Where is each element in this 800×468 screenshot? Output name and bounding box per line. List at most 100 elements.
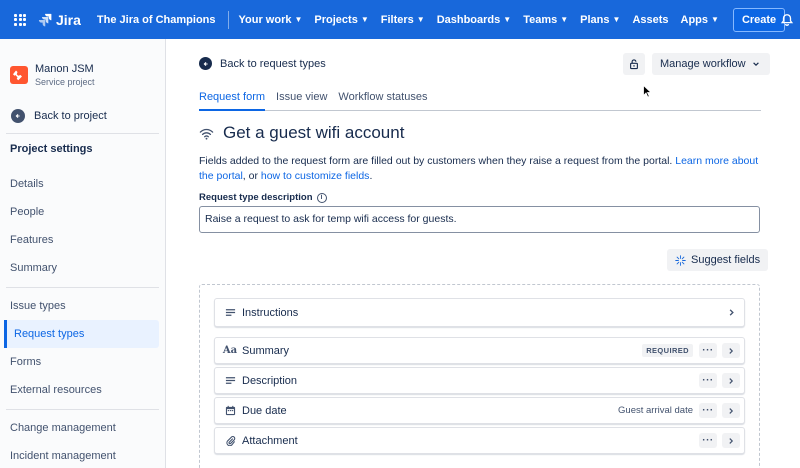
chevron-down-icon: ▼ xyxy=(360,15,369,24)
customize-fields-link[interactable]: how to customize fields xyxy=(261,170,370,182)
sidebar-item-forms[interactable]: Forms xyxy=(0,348,165,376)
jira-logo[interactable]: Jira xyxy=(38,12,81,28)
more-actions-icon[interactable]: ··· xyxy=(699,343,717,358)
nav-projects-label: Projects xyxy=(314,13,358,26)
tab-issue-view[interactable]: Issue view xyxy=(276,91,327,111)
field-label-instructions: Instructions xyxy=(242,306,299,319)
project-name: Manon JSM xyxy=(35,63,94,75)
sidebar-item-issue-types[interactable]: Issue types xyxy=(0,292,165,320)
project-type: Service project xyxy=(35,77,95,87)
unlock-icon xyxy=(630,59,638,70)
notifications-bell-icon[interactable] xyxy=(780,13,794,27)
back-to-request-types-label: Back to request types xyxy=(220,57,326,70)
back-to-project-link[interactable]: Back to project xyxy=(11,109,165,123)
project-header[interactable]: Manon JSM Service project xyxy=(0,39,165,87)
sidebar-item-change-management[interactable]: Change management xyxy=(0,414,165,442)
tab-workflow-statuses[interactable]: Workflow statuses xyxy=(338,91,427,111)
chevron-right-icon[interactable] xyxy=(722,403,740,418)
create-button[interactable]: Create xyxy=(732,7,786,32)
nav-plans[interactable]: Plans ▼ xyxy=(580,14,620,26)
nav-apps-label: Apps xyxy=(680,13,709,26)
sidebar-item-summary[interactable]: Summary xyxy=(0,254,165,282)
nav-filters[interactable]: Filters ▼ xyxy=(381,14,425,26)
sidebar-divider xyxy=(6,409,159,410)
more-actions-icon[interactable]: ··· xyxy=(699,373,717,388)
text-lines-icon xyxy=(223,307,237,318)
nav-divider xyxy=(227,10,229,29)
nav-apps[interactable]: Apps ▼ xyxy=(681,14,719,26)
project-tools-icon xyxy=(13,70,22,81)
page-title: Get a guest wifi account xyxy=(199,123,404,143)
text-style-icon: Aa xyxy=(222,345,238,356)
nav-assets-label: Assets xyxy=(632,13,669,26)
calendar-icon xyxy=(223,405,237,416)
nav-your-work-label: Your work xyxy=(238,13,292,26)
back-to-request-types-link[interactable]: Back to request types xyxy=(199,57,326,70)
jira-logo-icon xyxy=(38,13,52,26)
chevron-right-icon[interactable] xyxy=(722,308,740,317)
nav-projects[interactable]: Projects ▼ xyxy=(314,14,368,26)
nav-teams[interactable]: Teams ▼ xyxy=(523,14,568,26)
intro-text: Fields added to the request form are fil… xyxy=(199,154,761,184)
chevron-down-icon xyxy=(752,62,759,67)
more-actions-icon[interactable]: ··· xyxy=(699,433,717,448)
nav-assets[interactable]: Assets xyxy=(632,14,668,26)
suggest-fields-button[interactable]: Suggest fields xyxy=(667,249,769,271)
app-switcher-icon[interactable] xyxy=(14,13,26,26)
description-label-text: Request type description xyxy=(199,192,313,203)
sparkle-icon xyxy=(675,254,686,266)
request-type-tabs: Request form Issue view Workflow statuse… xyxy=(199,91,761,111)
back-to-project-label: Back to project xyxy=(34,110,107,122)
paperclip-icon xyxy=(223,435,237,446)
site-name-link[interactable]: The Jira of Champions xyxy=(97,14,216,26)
chevron-right-icon[interactable] xyxy=(722,343,740,358)
field-label-due-date: Due date xyxy=(242,404,287,417)
more-actions-icon[interactable]: ··· xyxy=(699,403,717,418)
form-fields-dropzone: Instructions Aa Summary REQUIRED ··· Des… xyxy=(199,284,760,468)
field-row-instructions[interactable]: Instructions xyxy=(214,298,745,327)
required-badge: REQUIRED xyxy=(642,344,693,357)
manage-workflow-label: Manage workflow xyxy=(660,58,746,70)
intro-text-body: Fields added to the request form are fil… xyxy=(199,155,676,167)
nav-right-icons xyxy=(780,0,794,39)
field-row-description[interactable]: Description ··· xyxy=(214,367,745,394)
field-row-attachment[interactable]: Attachment ··· xyxy=(214,427,745,454)
nav-dashboards[interactable]: Dashboards ▼ xyxy=(437,14,512,26)
chevron-right-icon[interactable] xyxy=(722,373,740,388)
page-title-text: Get a guest wifi account xyxy=(223,123,405,142)
project-avatar xyxy=(10,66,28,84)
chevron-right-icon[interactable] xyxy=(722,433,740,448)
info-icon[interactable]: i xyxy=(316,192,327,203)
field-label-description: Description xyxy=(242,374,298,387)
sidebar-item-details[interactable]: Details xyxy=(0,170,165,198)
lock-button[interactable] xyxy=(623,53,645,75)
sidebar-item-incident-management[interactable]: Incident management xyxy=(0,442,165,468)
chevron-down-icon: ▼ xyxy=(416,15,425,24)
wifi-icon xyxy=(199,128,214,140)
nav-plans-label: Plans xyxy=(580,13,610,26)
nav-your-work[interactable]: Your work ▼ xyxy=(239,14,303,26)
top-navigation: Jira The Jira of Champions Your work ▼ Pr… xyxy=(0,0,800,39)
sidebar-item-features[interactable]: Features xyxy=(0,226,165,254)
sidebar-item-request-types[interactable]: Request types xyxy=(4,320,159,348)
manage-workflow-button[interactable]: Manage workflow xyxy=(652,53,770,75)
nav-teams-label: Teams xyxy=(523,13,558,26)
chevron-down-icon: ▼ xyxy=(294,15,303,24)
tab-request-form[interactable]: Request form xyxy=(199,91,266,111)
field-row-due-date[interactable]: Due date Guest arrival date ··· xyxy=(214,397,745,424)
request-type-description-input[interactable]: Raise a request to ask for temp wifi acc… xyxy=(199,206,760,233)
sidebar-divider xyxy=(6,287,159,288)
field-label-attachment: Attachment xyxy=(242,434,298,447)
field-row-summary[interactable]: Aa Summary REQUIRED ··· xyxy=(214,337,745,364)
arrow-left-icon xyxy=(199,57,212,70)
sidebar-item-people[interactable]: People xyxy=(0,198,165,226)
chevron-down-icon: ▼ xyxy=(503,15,512,24)
intro-text-mid: , or xyxy=(242,170,261,182)
logo-text: Jira xyxy=(56,11,81,28)
arrow-left-icon xyxy=(11,109,25,123)
chevron-down-icon: ▼ xyxy=(711,15,719,24)
chevron-down-icon: ▼ xyxy=(612,15,621,24)
sidebar-item-external-resources[interactable]: External resources xyxy=(0,376,165,404)
main-content: Back to request types Manage workflow Re… xyxy=(166,39,800,468)
description-label: Request type description i xyxy=(199,192,327,203)
